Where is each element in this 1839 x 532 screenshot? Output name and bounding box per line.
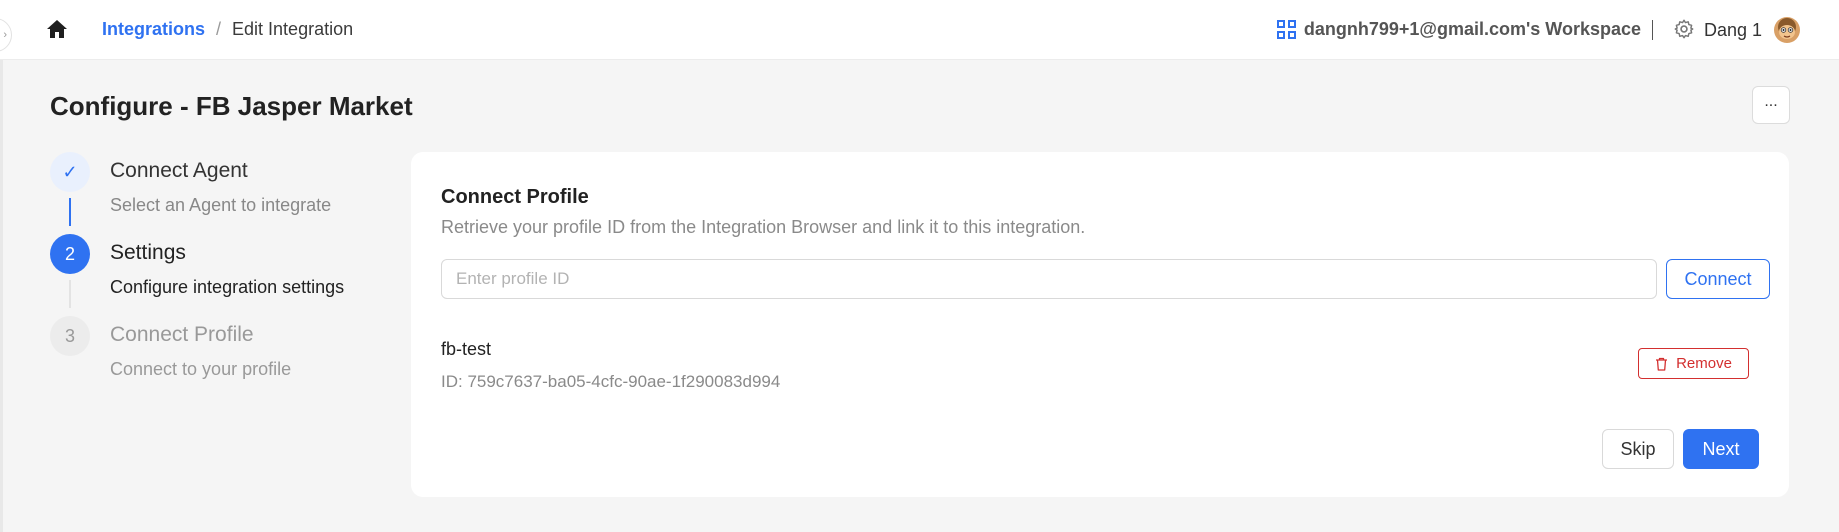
gear-icon[interactable] bbox=[1673, 18, 1695, 40]
profile-name: fb-test bbox=[441, 339, 492, 359]
remove-button[interactable]: Remove bbox=[1638, 348, 1749, 379]
page-title: Configure - FB Jasper Market bbox=[50, 91, 413, 121]
workspace-grid-icon bbox=[1276, 20, 1296, 39]
step-description: Connect to your profile bbox=[110, 359, 292, 379]
step-title: Connect Profile bbox=[110, 323, 254, 346]
workspace-name: dangnh799+1@gmail.com's Workspace bbox=[1303, 19, 1641, 39]
step-description: Select an Agent to integrate bbox=[110, 195, 332, 215]
connect-profile-card: Connect Profile Retrieve your profile ID… bbox=[411, 152, 1789, 497]
next-button[interactable]: Next bbox=[1683, 429, 1759, 469]
step-number: 3 bbox=[50, 316, 90, 356]
profile-id: ID: 759c7637-ba05-4cfc-90ae-1f290083d994 bbox=[441, 372, 781, 391]
step-number: 2 bbox=[50, 234, 90, 274]
breadcrumb-current: Edit Integration bbox=[232, 19, 354, 39]
step-title: Connect Agent bbox=[110, 159, 248, 182]
breadcrumb: Integrations / Edit Integration bbox=[102, 19, 353, 40]
check-icon: ✓ bbox=[50, 152, 90, 192]
step-description: Configure integration settings bbox=[110, 277, 345, 297]
breadcrumb-separator: / bbox=[216, 19, 222, 39]
chevron-right-icon: › bbox=[3, 29, 7, 41]
trash-icon bbox=[1656, 357, 1668, 371]
avatar[interactable] bbox=[1773, 16, 1801, 44]
skip-button[interactable]: Skip bbox=[1602, 429, 1674, 469]
home-icon[interactable] bbox=[46, 19, 68, 39]
top-bar: Integrations / Edit Integration dangnh79… bbox=[0, 0, 1839, 60]
more-options-button[interactable]: ... bbox=[1752, 86, 1790, 124]
card-title: Connect Profile bbox=[441, 186, 589, 208]
step-title: Settings bbox=[110, 241, 186, 264]
workspace-switcher[interactable]: dangnh799+1@gmail.com's Workspace bbox=[1276, 19, 1641, 40]
profile-id-input[interactable] bbox=[441, 259, 1657, 299]
connect-button[interactable]: Connect bbox=[1666, 259, 1770, 299]
user-name[interactable]: Dang 1 bbox=[1704, 20, 1762, 41]
breadcrumb-integrations-link[interactable]: Integrations bbox=[102, 19, 205, 40]
header-divider bbox=[1652, 20, 1653, 40]
remove-label: Remove bbox=[1676, 355, 1732, 372]
step-connector bbox=[69, 198, 71, 226]
left-edge bbox=[0, 0, 3, 532]
step-connector bbox=[69, 280, 71, 308]
card-subtitle: Retrieve your profile ID from the Integr… bbox=[441, 217, 1086, 237]
